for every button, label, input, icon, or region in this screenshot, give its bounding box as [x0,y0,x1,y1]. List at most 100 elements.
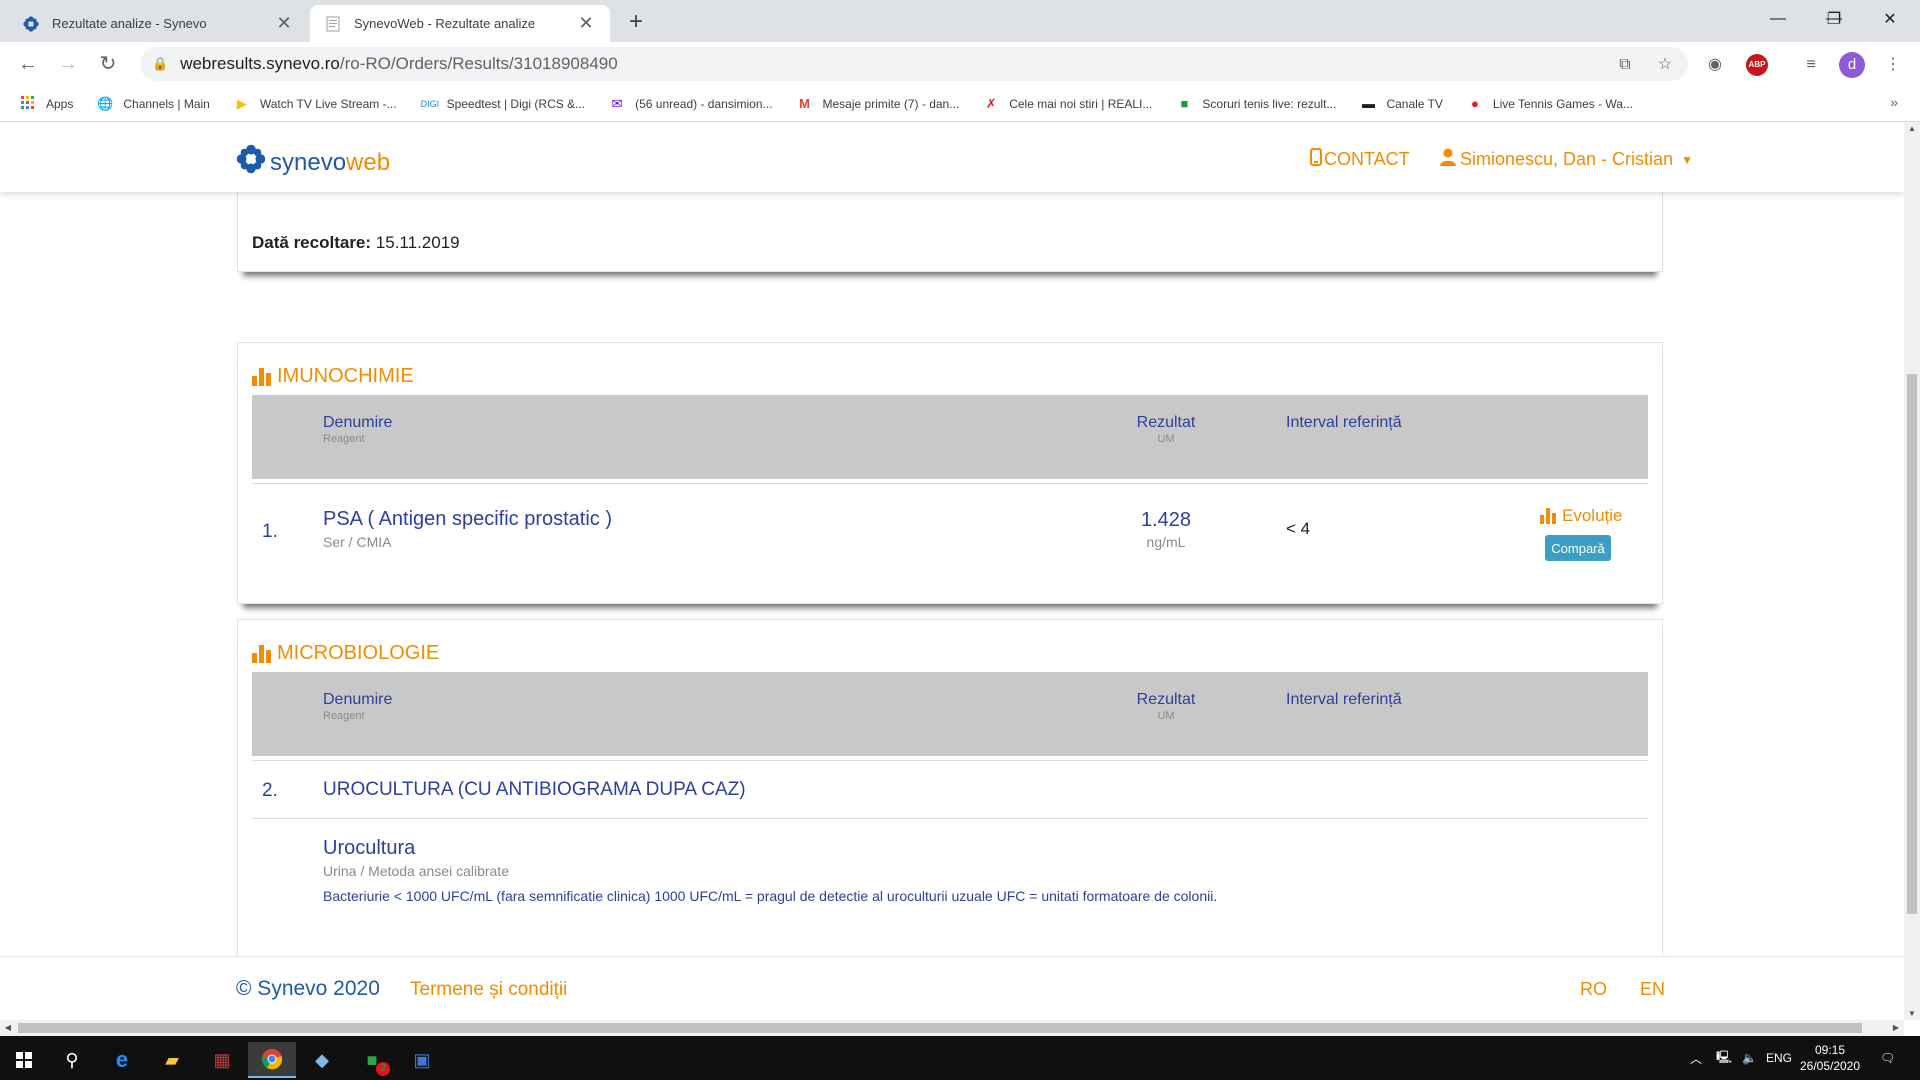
subtest-name-link[interactable]: Urocultura [323,837,415,860]
play-icon: ▶ [236,95,247,111]
more-bookmarks-icon[interactable]: » [1890,94,1898,110]
volume-icon[interactable]: 🔈 [1742,1036,1757,1080]
bookmark-realitatea[interactable]: ✗ Cele mai noi stiri | REALI... [983,96,1153,112]
translate-icon[interactable]: ⧉ [1612,52,1638,78]
search-icon[interactable]: ⚲ [48,1042,96,1078]
close-window-icon[interactable]: ✕ [1862,0,1918,38]
bar-chart-icon [252,367,273,386]
divider [252,818,1648,819]
bookmark-star-icon[interactable]: ☆ [1652,52,1678,78]
row-index: 2. [262,780,278,801]
section-title: IMUNOCHIMIE [252,365,414,388]
section-card-microbiologie: MICROBIOLOGIE Denumire Reagent Rezultat … [237,619,1663,956]
lock-icon: 🔒 [152,56,169,71]
vertical-scrollbar[interactable]: ▲ ▼ [1904,122,1920,1020]
action-center-icon[interactable]: 🗨 [1880,1036,1895,1080]
bookmark-apps[interactable]: Apps [20,95,73,112]
col-um: UM [1157,710,1175,722]
tray-overflow-icon[interactable]: ︿ [1690,1036,1702,1080]
browser-tab-rezultate[interactable]: Rezultate analize - Synevo ✕ [8,5,308,42]
bookmark-tenis-scores[interactable]: ■ Scoruri tenis live: rezult... [1176,96,1336,112]
tab-title: SynevoWeb - Rezultate analize [354,16,536,31]
input-language[interactable]: ENG [1766,1036,1792,1080]
col-reagent: Reagent [323,710,365,722]
table-header: Denumire Reagent Rezultat UM Interval re… [252,672,1648,756]
media-queue-icon[interactable]: ≡ [1798,52,1824,78]
synevoweb-logo[interactable]: synevo web [236,144,390,182]
taskbar-clock[interactable]: 09:15 26/05/2020 [1796,1042,1864,1074]
document-icon [324,15,342,33]
file-explorer-icon[interactable]: ▰ [148,1042,196,1078]
row-index: 1. [262,521,278,542]
app-calendar-icon[interactable]: ▦ [198,1042,246,1078]
windows-taskbar: ⚲ e ▰ ▦ ◆ ■ 2 ▣ ︿ 🖳 🔈 ENG 09:15 26/05/202… [0,1036,1920,1080]
bookmark-channels[interactable]: 🌐 Channels | Main [97,96,210,112]
contact-link[interactable]: CONTACT [1310,148,1410,171]
synevo-flower-icon [22,15,40,33]
panel-name: UROCULTURA (CU ANTIBIOGRAMA DUPA CAZ) [323,779,746,800]
bar-chart-icon [252,644,273,663]
app-notes-icon[interactable]: ◆ [298,1042,346,1078]
scroll-right-icon[interactable]: ▶ [1888,1020,1904,1036]
synevo-flower-icon [236,144,266,182]
apps-grid-icon [20,95,36,112]
chrome-icon[interactable] [248,1042,296,1078]
edge-browser-icon[interactable]: e [98,1042,146,1078]
section-card-imunochimie: IMUNOCHIMIE Denumire Reagent Rezultat UM… [237,342,1663,604]
scroll-thumb[interactable] [18,1023,1862,1033]
close-tab-icon[interactable]: ✕ [274,13,294,34]
new-tab-button[interactable]: + [622,8,650,36]
profile-avatar[interactable]: d [1839,52,1865,78]
user-menu[interactable]: Simionescu, Dan - Cristian ▼ [1440,148,1693,171]
bookmark-gmail[interactable]: M Mesaje primite (7) - dan... [797,96,959,112]
browser-tab-synevoweb[interactable]: SynevoWeb - Rezultate analize ✕ [310,5,610,42]
bookmark-yahoo-mail[interactable]: ✉ (56 unread) - dansimion... [609,96,773,112]
scroll-down-icon[interactable]: ▼ [1904,1009,1920,1018]
live-tennis-icon: ● [1470,95,1479,111]
compare-button[interactable]: Compară [1545,535,1611,561]
test-name-link[interactable]: PSA ( Antigen specific prostatic ) [323,508,612,531]
browser-toolbar: ← → ↻ 🔒 webresults.synevo.ro/ro-RO/Order… [0,42,1920,86]
extension-globe-icon[interactable]: ◉ [1702,52,1728,78]
restore-window-icon[interactable]: ❐ [1806,0,1862,38]
subtest-method: Urina / Metoda ansei calibrate [323,863,509,879]
windows-start-icon[interactable] [0,1042,48,1078]
network-icon[interactable]: 🖳 [1716,1036,1732,1080]
logo-text-web: web [346,149,391,176]
scroll-up-icon[interactable]: ▲ [1904,124,1920,133]
divider [252,483,1648,484]
bookmark-canale-tv[interactable]: ▬ Canale TV [1360,96,1443,112]
horizontal-scrollbar[interactable]: ◀ ▶ [0,1020,1904,1036]
user-icon [1440,148,1456,171]
table-header: Denumire Reagent Rezultat UM Interval re… [252,395,1648,479]
divider [252,760,1648,761]
col-rezultat: Rezultat [1136,691,1196,708]
bookmark-speedtest[interactable]: DIGI Speedtest | Digi (RCS &... [421,96,586,112]
scroll-thumb[interactable] [1907,374,1917,914]
reload-icon[interactable]: ↻ [94,50,122,78]
app-photos-icon[interactable]: ▣ [398,1042,446,1078]
minimize-window-icon[interactable]: — [1750,0,1806,38]
bookmark-live-tennis[interactable]: ● Live Tennis Games - Wa... [1467,96,1633,112]
lang-en-link[interactable]: EN [1640,979,1665,1000]
lang-ro-link[interactable]: RO [1580,979,1607,1000]
adblock-plus-icon[interactable]: ABP [1746,54,1768,76]
test-method: Ser / CMIA [323,534,392,550]
back-arrow-icon[interactable]: ← [14,50,42,78]
evolution-link[interactable]: Evoluție [1540,506,1622,526]
bookmark-watch-tv[interactable]: ▶ Watch TV Live Stream -... [234,96,397,112]
collection-date: Dată recoltare: 15.11.2019 [252,233,460,252]
result-note: Bacteriurie < 1000 UFC/mL (fara semnific… [323,888,1218,904]
app-chrome-badge-icon[interactable]: ■ 2 [348,1042,396,1078]
forward-arrow-icon[interactable]: → [54,50,82,78]
score-icon: ■ [1180,95,1189,111]
address-bar[interactable]: 🔒 webresults.synevo.ro/ro-RO/Orders/Resu… [140,47,1688,81]
site-footer: © Synevo 2020 Termene și condiții RO EN [0,956,1904,1020]
section-title: MICROBIOLOGIE [252,642,439,665]
close-tab-icon[interactable]: ✕ [576,13,596,34]
terms-link[interactable]: Termene și condiții [410,979,567,1001]
more-menu-icon[interactable]: ⋮ [1880,52,1906,78]
logo-text-synevo: synevo [270,149,347,176]
col-um: UM [1157,433,1175,445]
scroll-left-icon[interactable]: ◀ [0,1020,16,1036]
